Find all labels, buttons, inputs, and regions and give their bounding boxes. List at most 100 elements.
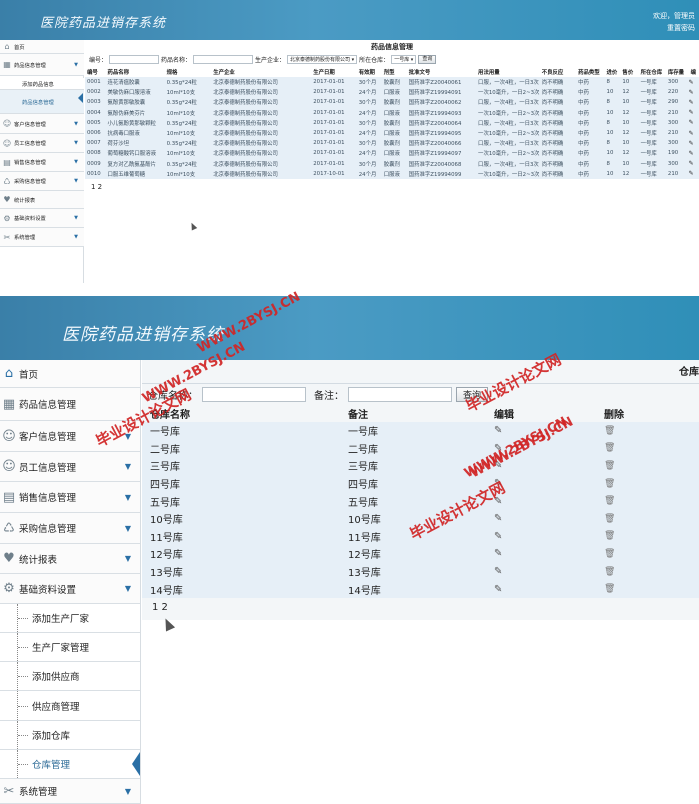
table-cell: 2017-10-01 — [313, 170, 345, 177]
edit-icon[interactable]: ✎ — [486, 580, 596, 598]
table-row[interactable]: 五号库 五号库 ✎ 🗑 — [142, 492, 699, 510]
drug-name-input[interactable] — [193, 55, 254, 64]
edit-icon[interactable]: ✎ — [486, 563, 596, 581]
trash-icon[interactable]: 🗑 — [596, 492, 699, 510]
edit-icon[interactable]: ✎ — [689, 77, 699, 87]
chevron-down-icon: ▼ — [74, 120, 78, 127]
sidebar2-item-3[interactable]: ☺ 员工信息管理 ▼ — [0, 452, 140, 482]
edit-icon[interactable]: ✎ — [486, 475, 596, 493]
trash-icon[interactable]: 🗑 — [596, 422, 699, 440]
maker-select[interactable]: 北京泰德制药股份有限公司 ▾ — [287, 55, 358, 64]
table-cell: 300 — [667, 119, 679, 126]
sidebar-item-8[interactable]: ♥ 统计报表 — [0, 191, 84, 209]
sidebar2-item-8[interactable]: 添加生产厂家 — [0, 604, 140, 633]
table-row[interactable]: 三号库 三号库 ✎ 🗑 — [142, 457, 699, 475]
sidebar-item-9[interactable]: ⚙ 基础资料设置 ▼ — [0, 209, 84, 228]
sidebar2-item-10[interactable]: 添加供应商 — [0, 662, 140, 691]
sidebar2-item-6[interactable]: ♥ 统计报表 ▼ — [0, 544, 140, 574]
edit-icon[interactable]: ✎ — [689, 87, 699, 97]
sidebar-item-5[interactable]: ☺ 员工信息管理 ▼ — [0, 134, 84, 153]
edit-icon[interactable]: ✎ — [689, 97, 699, 107]
page-title: 药品信息管理 — [371, 43, 413, 51]
edit-icon[interactable]: ✎ — [486, 457, 596, 475]
sidebar-item-6[interactable]: ▤ 销售信息管理 ▼ — [0, 153, 84, 172]
sidebar2-item-14[interactable]: ✂ 系统管理 ▼ — [0, 779, 140, 804]
user-name[interactable]: 管理员 — [674, 12, 695, 20]
trash-icon[interactable]: 🗑 — [596, 563, 699, 581]
sidebar2-item-4[interactable]: ▤ 销售信息管理 ▼ — [0, 482, 140, 513]
table-row[interactable]: 13号库 13号库 ✎ 🗑 — [142, 562, 699, 581]
sidebar-item-3[interactable]: 药品信息管理 — [0, 90, 84, 114]
trash-icon[interactable]: 🗑 — [596, 440, 699, 458]
trash-icon[interactable]: 🗑 — [596, 528, 699, 546]
table-row[interactable]: 一号库 一号库 ✎ 🗑 — [142, 422, 699, 440]
table-row[interactable]: 0010 口服五维葡萄糖 10ml*10支 北京泰德制药股份有限公司 2017-10-0… — [85, 168, 699, 179]
trash-icon[interactable]: 🗑 — [596, 510, 699, 528]
store-select[interactable]: 一号库 ▾ — [391, 55, 417, 64]
edit-icon[interactable]: ✎ — [486, 545, 596, 563]
reset-password-link[interactable]: 重置密码 — [667, 24, 695, 32]
query-button[interactable]: 查询 — [418, 55, 437, 64]
query-button-2[interactable]: 查询 — [456, 386, 489, 402]
sidebar2-item-13[interactable]: 仓库管理 — [0, 750, 140, 779]
sidebar2-item-0[interactable]: ⌂ 首页 — [0, 360, 140, 388]
table-row[interactable]: 0009 复方对乙酰氨基酚片 0.35g*24粒 北京泰德制药股份有限公司 2017-0… — [85, 158, 699, 169]
table-row[interactable]: 0001 连花清瘟胶囊 0.35g*24粒 北京泰德制药股份有限公司 2017-01-0… — [85, 77, 699, 88]
sidebar-item-2[interactable]: 添加药品信息 — [0, 78, 84, 90]
sidebar2-item-9[interactable]: 生产厂家管理 — [0, 633, 140, 662]
edit-icon[interactable]: ✎ — [486, 528, 596, 546]
table-cell: 一次10毫升，一日2~3次 — [478, 110, 540, 117]
pagination[interactable]: 1 2 — [85, 179, 699, 191]
table-row[interactable]: 11号库 11号库 ✎ 🗑 — [142, 527, 699, 546]
edit-icon[interactable]: ✎ — [689, 128, 699, 138]
sidebar2-item-2[interactable]: ☺ 客户信息管理 ▼ — [0, 421, 140, 452]
edit-icon[interactable]: ✎ — [486, 492, 596, 510]
warehouse-name-input[interactable] — [202, 386, 306, 402]
code-input[interactable] — [109, 55, 160, 64]
table-row[interactable]: 0004 氨酚伪麻美芬片 10ml*10支 北京泰德制药股份有限公司 2017-01-0… — [85, 107, 699, 118]
edit-icon[interactable]: ✎ — [689, 138, 699, 148]
trash-icon[interactable]: 🗑 — [596, 457, 699, 475]
table-row[interactable]: 12号库 12号库 ✎ 🗑 — [142, 545, 699, 563]
sidebar2-item-11[interactable]: 供应商管理 — [0, 691, 140, 721]
sidebar2-item-1[interactable]: ▦ 药品信息管理 — [0, 388, 140, 421]
sidebar2-item-7[interactable]: ⚙ 基础资料设置 ▼ — [0, 574, 140, 604]
table-row[interactable]: 10号库 10号库 ✎ 🗑 — [142, 509, 699, 528]
table-row[interactable]: 0003 氨酚黄那敏胶囊 0.35g*24粒 北京泰德制药股份有限公司 2017-01-… — [85, 97, 699, 108]
table-row[interactable]: 0005 小儿氨酚黄那敏颗粒 0.35g*24粒 北京泰德制药股份有限公司 2017-0… — [85, 117, 699, 128]
warehouse-table: 仓库名称 备注 编辑 删除 一号库 一号库 ✎ 🗑 二号库 二号库 ✎ 🗑 三号库 三号库 ✎ 🗑 四号库 四号库… — [142, 404, 699, 598]
column-header: 用法用量 — [478, 69, 500, 76]
sidebar-item-4[interactable]: ☺ 客户信息管理 ▼ — [0, 114, 84, 134]
table-row[interactable]: 四号库 四号库 ✎ 🗑 — [142, 474, 699, 493]
edit-icon[interactable]: ✎ — [486, 422, 596, 440]
table-row[interactable]: 二号库 二号库 ✎ 🗑 — [142, 439, 699, 458]
table-row[interactable]: 0002 美敏伪麻口服溶液 10ml*10支 北京泰德制药股份有限公司 2017-01-… — [85, 87, 699, 98]
column-header: 仓库名称 — [150, 409, 190, 421]
cart-icon: ♺ — [3, 520, 15, 536]
table-cell: 14号库 — [348, 585, 381, 597]
table-cell: 氨酚黄那敏胶囊 — [107, 100, 146, 107]
edit-icon[interactable]: ✎ — [689, 118, 699, 128]
edit-icon[interactable]: ✎ — [689, 169, 699, 179]
sidebar-item-7[interactable]: ♺ 采购信息管理 ▼ — [0, 172, 84, 191]
edit-icon[interactable]: ✎ — [486, 510, 596, 528]
pagination-2[interactable]: 1 2 — [142, 597, 699, 620]
table-cell: 口服液 — [383, 110, 400, 117]
table-row[interactable]: 0008 葡萄糖酸钙口服溶液 10ml*10支 北京泰德制药股份有限公司 2017-01… — [85, 148, 699, 159]
table-row[interactable]: 0007 荷芬沙坦 0.35g*24粒 北京泰德制药股份有限公司 2017-01-01 3… — [85, 138, 699, 149]
edit-icon[interactable]: ✎ — [486, 440, 596, 458]
table-row[interactable]: 0006 抗病毒口服液 10ml*10支 北京泰德制药股份有限公司 2017-01-01… — [85, 127, 699, 139]
trash-icon[interactable]: 🗑 — [596, 580, 699, 598]
sidebar2-item-5[interactable]: ♺ 采购信息管理 ▼ — [0, 513, 140, 544]
edit-icon[interactable]: ✎ — [689, 159, 699, 169]
trash-icon[interactable]: 🗑 — [596, 475, 699, 493]
sidebar-item-0[interactable]: ⌂ 首页 — [0, 40, 84, 54]
edit-icon[interactable]: ✎ — [689, 148, 699, 158]
table-row[interactable]: 14号库 14号库 ✎ 🗑 — [142, 580, 699, 598]
sidebar-item-1[interactable]: ▦ 药品信息管理 ▼ — [0, 54, 84, 76]
remark-input[interactable] — [348, 386, 452, 402]
sidebar-item-10[interactable]: ✂ 系统管理 ▼ — [0, 228, 84, 247]
edit-icon[interactable]: ✎ — [689, 108, 699, 118]
sidebar2-item-12[interactable]: 添加仓库 — [0, 721, 140, 750]
trash-icon[interactable]: 🗑 — [596, 545, 699, 563]
